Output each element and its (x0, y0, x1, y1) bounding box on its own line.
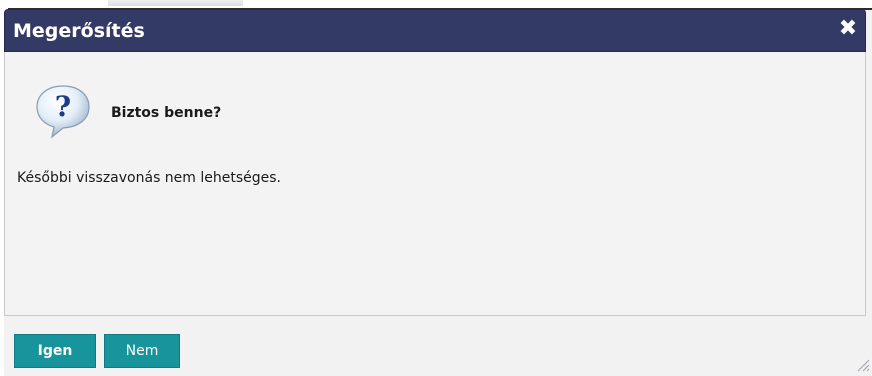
background-tab-shadow (108, 0, 243, 6)
close-icon[interactable]: ✖ (836, 17, 860, 41)
dialog-titlebar[interactable]: Megerősítés ✖ (4, 9, 866, 52)
dialog-title: Megerősítés (13, 20, 145, 42)
question-speech-bubble-icon: ? (36, 85, 90, 139)
svg-text:?: ? (55, 90, 71, 123)
background-strip (0, 0, 872, 8)
dialog-footer: Igen Nem (4, 316, 866, 376)
resize-grip-icon[interactable] (854, 356, 870, 372)
yes-button[interactable]: Igen (14, 334, 96, 368)
confirm-message: Későbbi visszavonás nem lehetséges. (17, 170, 282, 186)
no-button[interactable]: Nem (104, 334, 180, 368)
confirm-heading: Biztos benne? (111, 105, 222, 121)
dialog-body: ? Biztos benne? Későbbi visszavonás nem … (4, 52, 866, 316)
